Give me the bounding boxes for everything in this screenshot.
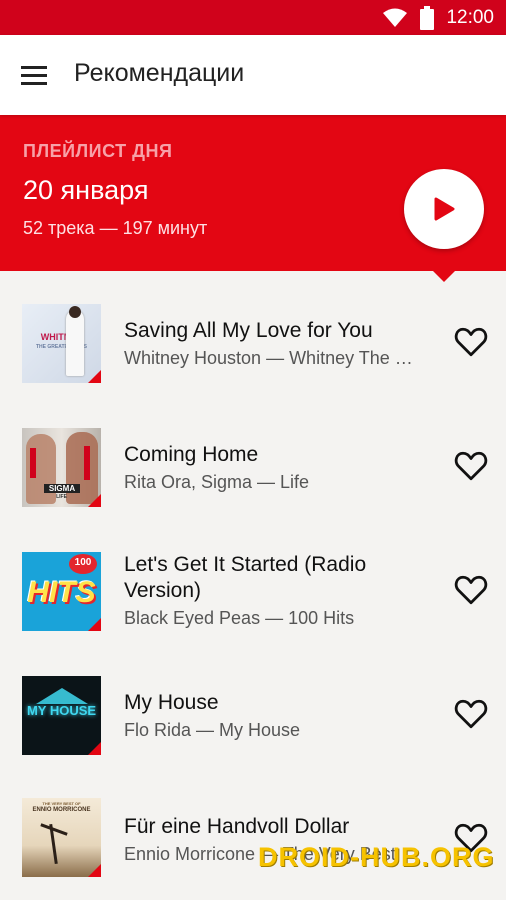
track-title: Coming Home xyxy=(124,443,259,466)
track-item[interactable]: MY HOUSE My House Flo Rida — My House xyxy=(0,652,506,776)
track-title: Für eine Handvoll Dollar xyxy=(124,815,350,838)
album-cover: WHITNEY THE GREATEST HITS xyxy=(22,304,101,383)
track-artist-album: Flo Rida — My House xyxy=(124,720,301,740)
page-title: Рекомендации xyxy=(74,59,245,87)
play-icon xyxy=(434,197,455,221)
heart-icon[interactable] xyxy=(454,450,488,482)
heart-icon[interactable] xyxy=(454,574,488,606)
track-item[interactable]: WHITNEY THE GREATEST HITS Saving All My … xyxy=(0,280,506,404)
hamburger-menu-button[interactable] xyxy=(14,57,54,93)
playlist-meta: 52 трека — 197 минут xyxy=(23,218,208,238)
play-button[interactable] xyxy=(404,169,484,249)
status-time: 12:00 xyxy=(446,7,494,28)
album-cover: THE VERY BEST OF ENNIO MORRICONE xyxy=(22,798,101,877)
track-title: My House xyxy=(124,691,219,714)
playlist-date: 20 января xyxy=(23,175,149,205)
track-artist-album: Rita Ora, Sigma — Life xyxy=(124,472,310,492)
playlist-of-day-banner[interactable]: ПЛЕЙЛИСТ ДНЯ 20 января 52 трека — 197 ми… xyxy=(0,115,506,282)
battery-icon xyxy=(420,6,435,30)
track-item[interactable]: THE VERY BEST OF ENNIO MORRICONE Für ein… xyxy=(0,776,506,900)
status-icons: 12:00 xyxy=(382,6,494,30)
app-toolbar: Рекомендации xyxy=(0,35,506,115)
playlist-label: ПЛЕЙЛИСТ ДНЯ xyxy=(23,141,173,161)
heart-icon[interactable] xyxy=(454,698,488,730)
track-item[interactable]: SIGMA LIFE Coming Home Rita Ora, Sigma —… xyxy=(0,404,506,528)
watermark: DROID-HUB.ORG xyxy=(258,842,495,872)
album-cover: SIGMA LIFE xyxy=(22,428,101,507)
wifi-icon xyxy=(383,8,408,27)
track-item[interactable]: 100 HITS Let's Get It Started (Radio Ver… xyxy=(0,528,506,652)
album-cover: 100 HITS xyxy=(22,552,101,631)
track-title: Let's Get It Started (Radio Version) xyxy=(124,553,367,602)
heart-icon[interactable] xyxy=(454,326,488,358)
track-artist-album: Whitney Houston — Whitney The Greatest H… xyxy=(124,348,420,368)
hamburger-icon xyxy=(21,65,47,69)
album-cover: MY HOUSE xyxy=(22,676,101,755)
track-title: Saving All My Love for You xyxy=(124,319,373,342)
status-bar: 12:00 xyxy=(0,0,506,35)
track-artist-album: Black Eyed Peas — 100 Hits xyxy=(124,608,355,628)
